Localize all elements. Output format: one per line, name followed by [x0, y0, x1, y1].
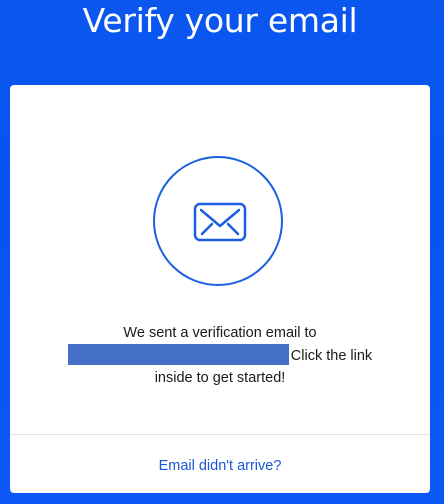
mail-icon-circle [153, 156, 283, 286]
message-line-1: We sent a verification email to [123, 325, 317, 341]
message-line-2: Click the link [290, 348, 373, 364]
verification-message: We sent a verification email to Click th… [54, 322, 386, 389]
page-title: Verify your email [82, 1, 358, 40]
envelope-icon [193, 202, 247, 242]
message-line-3: inside to get started! [154, 370, 286, 386]
verification-card: We sent a verification email to Click th… [10, 85, 430, 493]
card-divider [10, 434, 430, 435]
email-didnt-arrive-link[interactable]: Email didn't arrive? [10, 455, 430, 477]
redacted-email-address [67, 344, 289, 365]
